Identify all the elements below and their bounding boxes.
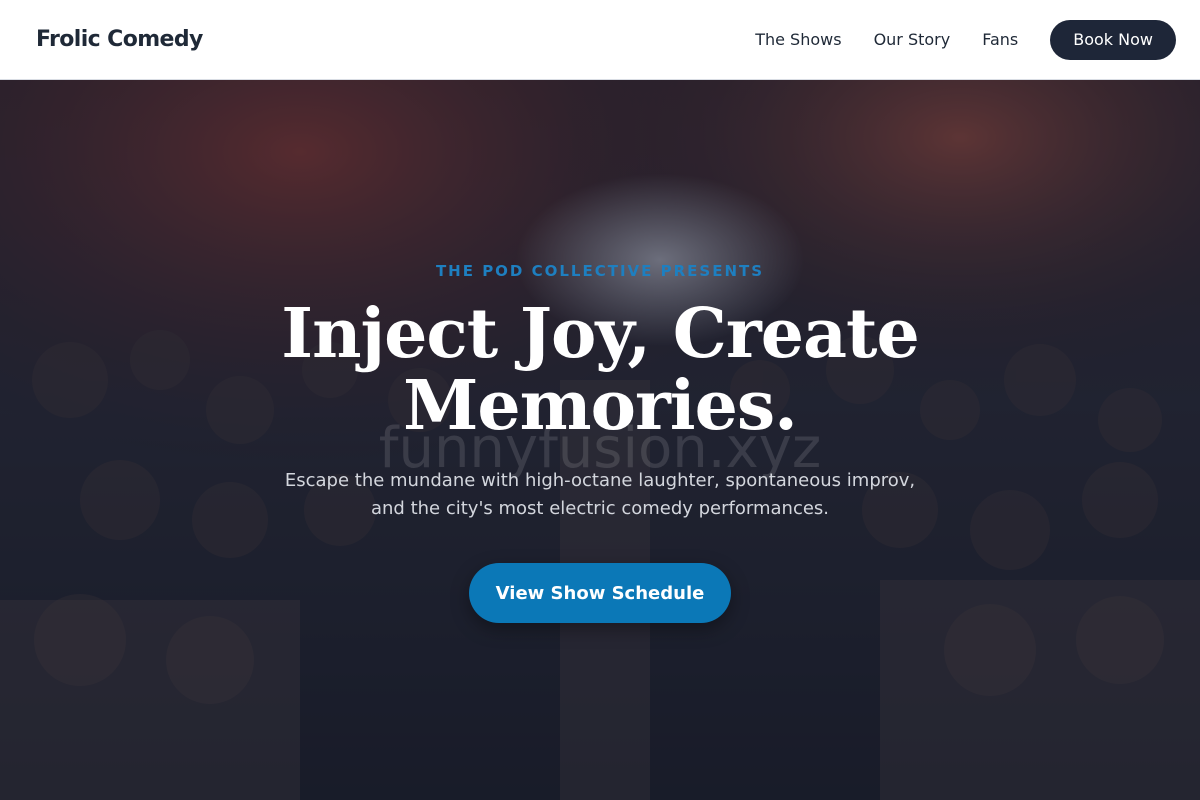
top-navbar: Frolic Comedy The Shows Our Story Fans B… — [0, 0, 1200, 80]
hero-subtitle-line-1: Escape the mundane with high-octane laug… — [284, 470, 916, 491]
hero-subtitle-line-2: and the city's most electric comedy perf… — [370, 498, 830, 519]
hero-content: THE POD COLLECTIVE PRESENTS Inject Joy, … — [0, 80, 1200, 800]
view-show-schedule-button[interactable]: View Show Schedule — [469, 563, 731, 623]
nav-link-our-story[interactable]: Our Story — [874, 30, 951, 49]
hero-headline-line-1: Inject Joy, Create — [281, 294, 919, 374]
nav-link-fans[interactable]: Fans — [982, 30, 1018, 49]
hero-subtitle: Escape the mundane with high-octane laug… — [270, 467, 930, 523]
book-now-button[interactable]: Book Now — [1050, 19, 1176, 60]
main-nav: The Shows Our Story Fans Book Now — [755, 19, 1176, 60]
nav-link-the-shows[interactable]: The Shows — [755, 30, 841, 49]
hero-section: THE POD COLLECTIVE PRESENTS Inject Joy, … — [0, 80, 1200, 800]
hero-eyebrow: THE POD COLLECTIVE PRESENTS — [435, 262, 765, 280]
brand-logo-text[interactable]: Frolic Comedy — [36, 27, 203, 52]
